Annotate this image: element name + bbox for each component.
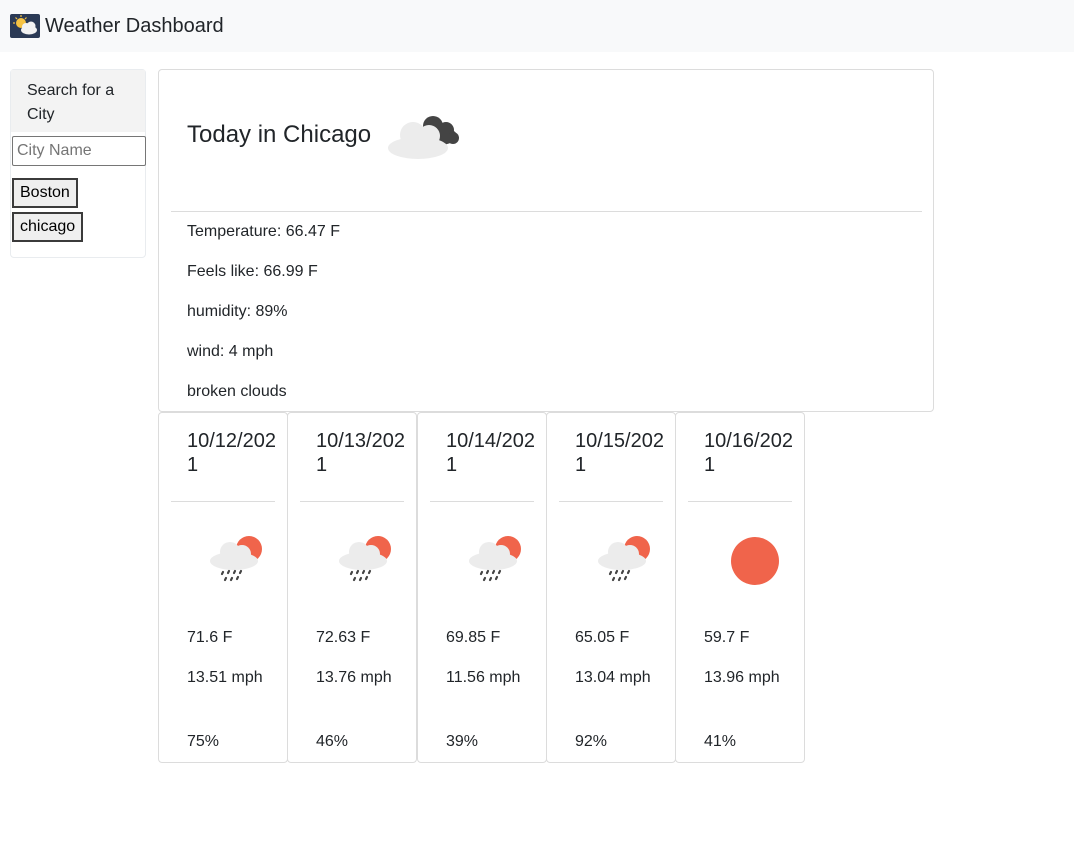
rain-sun-cloud-icon — [469, 536, 521, 582]
forecast-date: 10/15/2021 — [575, 430, 664, 476]
current-city-title: Today in Chicago — [187, 121, 372, 148]
history-button-chicago[interactable]: chicago — [12, 212, 84, 242]
forecast-wind: 13.96 mph — [704, 669, 780, 686]
forecast-card: 10/12/2021 71.6 F 13.51 mph 75% — [158, 412, 288, 763]
forecast-card: 10/13/2021 72.63 F 13.76 mph 46% — [287, 412, 417, 763]
forecast-temperature: 59.7 F — [704, 629, 750, 646]
forecast-humidity: 75% — [187, 733, 220, 750]
rain-sun-cloud-icon — [210, 536, 262, 582]
current-description: broken clouds — [187, 383, 287, 400]
broken-clouds-icon — [388, 116, 459, 159]
app-title: Weather Dashboard — [45, 14, 224, 37]
sun-icon — [731, 537, 779, 585]
divider — [300, 501, 404, 502]
rain-sun-cloud-icon — [339, 536, 391, 582]
sun-behind-cloud-icon — [10, 14, 40, 38]
search-panel: Search for a City Boston chicago — [10, 69, 146, 258]
divider — [430, 501, 534, 502]
forecast-date: 10/13/2021 — [316, 430, 405, 476]
current-humidity: humidity: 89% — [187, 303, 288, 320]
forecast-temperature: 65.05 F — [575, 629, 630, 646]
history-button-boston[interactable]: Boston — [12, 178, 78, 208]
forecast-date: 10/12/2021 — [187, 430, 276, 476]
search-heading: Search for a City — [11, 70, 145, 132]
forecast-date: 10/14/2021 — [446, 430, 535, 476]
forecast-card: 10/14/2021 69.85 F 11.56 mph 39% — [417, 412, 547, 763]
divider — [559, 501, 663, 502]
city-search-input[interactable] — [12, 136, 146, 166]
current-feels-like: Feels like: 66.99 F — [187, 263, 318, 280]
navbar: Weather Dashboard — [0, 0, 1074, 52]
forecast-wind: 13.51 mph — [187, 669, 263, 686]
current-temperature: Temperature: 66.47 F — [187, 223, 340, 240]
forecast-humidity: 92% — [575, 733, 608, 750]
forecast-wind: 11.56 mph — [446, 669, 521, 686]
divider — [688, 501, 792, 502]
forecast-temperature: 72.63 F — [316, 629, 371, 646]
current-weather-card: Today in Chicago Temperature: 66.47 F Fe… — [158, 69, 934, 412]
forecast-wind: 13.76 mph — [316, 669, 392, 686]
forecast-date: 10/16/2021 — [704, 430, 793, 476]
forecast-card: 10/16/2021 59.7 F 13.96 mph 41% — [675, 412, 805, 763]
forecast-card: 10/15/2021 65.05 F 13.04 mph 92% — [546, 412, 676, 763]
current-weather-header: Today in Chicago — [171, 70, 922, 212]
forecast-temperature: 71.6 F — [187, 629, 233, 646]
rain-sun-cloud-icon — [598, 536, 650, 582]
forecast-humidity: 41% — [704, 733, 737, 750]
forecast-wind: 13.04 mph — [575, 669, 651, 686]
forecast-temperature: 69.85 F — [446, 629, 501, 646]
forecast-humidity: 39% — [446, 733, 479, 750]
current-wind: wind: 4 mph — [187, 343, 274, 360]
divider — [171, 501, 275, 502]
forecast-humidity: 46% — [316, 733, 349, 750]
